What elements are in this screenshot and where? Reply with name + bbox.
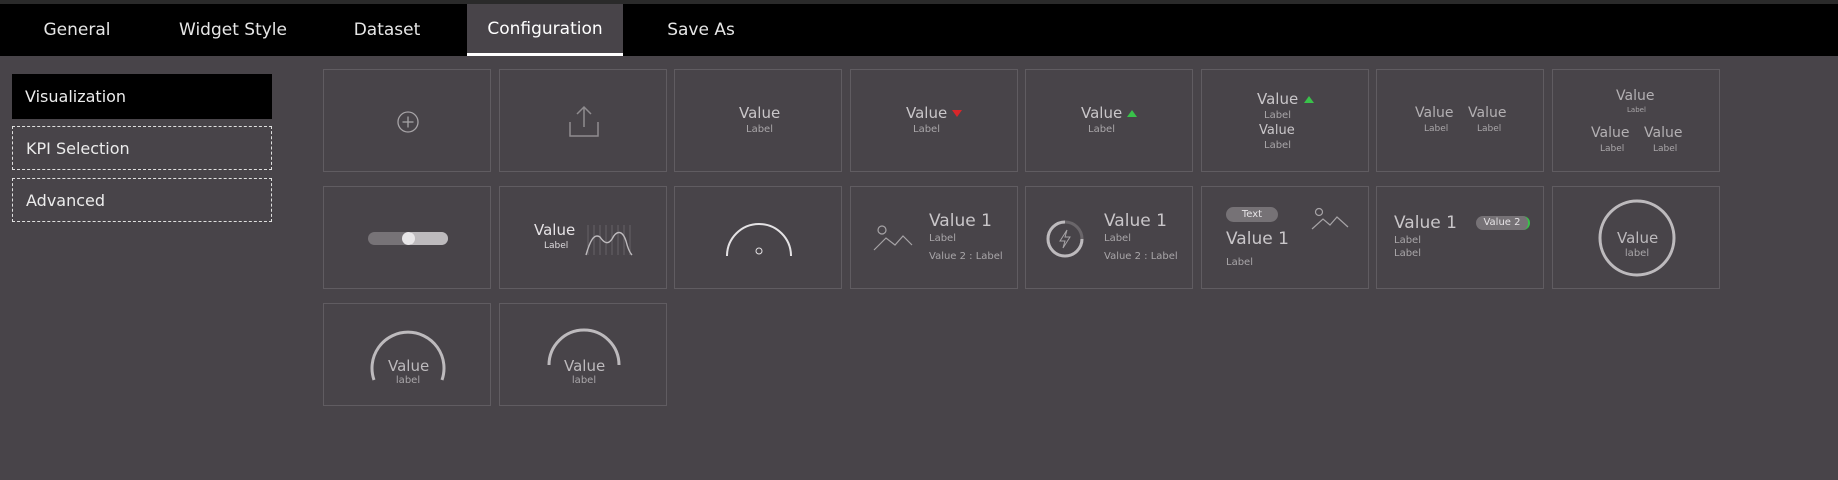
sidebar-item-kpi-selection[interactable]: KPI Selection [12,126,272,170]
widget-value-2: Value [1591,125,1630,141]
tab-widget-style[interactable]: Widget Style [170,4,296,56]
upload-icon [569,105,599,137]
widget-value-trend-up[interactable]: Value Label [1025,69,1193,172]
widget-label-1: Label [1627,106,1646,114]
widget-value-sparkline[interactable]: Value Label [499,186,667,289]
widget-toggle-bar[interactable] [323,186,491,289]
widget-value-2: Value 2 : Label [1104,251,1178,262]
widget-value-2: Value 2 : Label [929,251,1003,262]
image-icon [1311,207,1349,230]
widget-value-stack[interactable]: Value Label Value Label [1201,69,1369,172]
half-gauge-icon [726,223,792,257]
widget-label-2: Label [1264,140,1291,151]
widget-value-1: Value [1415,105,1454,121]
widget-gauge-2[interactable]: Value label [499,303,667,406]
widget-label-1: Label [1424,124,1449,134]
widget-label: Label [913,124,940,135]
widget-value: Value [388,357,430,375]
widget-value: Value 1 [1226,229,1289,249]
widget-value-trend-down[interactable]: Value Label [850,69,1018,172]
tab-configuration[interactable]: Configuration [467,4,623,56]
tab-dataset[interactable]: Dataset [340,4,434,56]
widget-value-label[interactable]: Value Label [674,69,842,172]
image-icon [873,225,913,251]
widget-label-2: Label [1477,124,1502,134]
widget-text-badge[interactable]: Text Value 1 Label [1201,186,1369,289]
top-tab-bar: General Widget Style Dataset Configurati… [0,0,1838,56]
progress-ring-icon [1046,220,1084,258]
widget-label: Label [1104,233,1131,244]
sparkline-chart-icon [585,225,633,256]
sidebar-item-visualization[interactable]: Visualization [12,74,272,119]
widget-add[interactable] [323,69,491,172]
add-circle-icon [397,111,419,133]
widget-three-values[interactable]: Value Label Value Label Value Label [1552,69,1720,172]
widget-value-3: Value [1644,125,1683,141]
trend-up-icon [1304,96,1314,103]
value-pill: Value 2 [1476,216,1530,230]
widget-label-1: Label [1394,235,1421,246]
widget-gauge-1[interactable]: Value label [323,303,491,406]
widget-value-1: Value [1257,90,1299,108]
widget-half-gauge[interactable] [674,186,842,289]
widget-value-1: Value [1616,88,1655,104]
widget-label: label [1624,248,1650,259]
widget-value: Value [906,104,948,122]
widget-pill-values[interactable]: Value 1 Label Label Value 2 [1376,186,1544,289]
widget-label-2: Label [1600,144,1625,154]
widget-label: label [571,375,597,386]
tab-general[interactable]: General [30,4,124,56]
widget-label-3: Label [1653,144,1678,154]
widget-label: Label [1226,257,1253,268]
toggle-bar-icon [368,232,448,245]
widget-value: Value [534,221,576,239]
widget-value-1: Value 1 [1394,213,1457,233]
sidebar-item-advanced[interactable]: Advanced [12,178,272,222]
widget-value: Value [739,104,781,122]
widget-two-values[interactable]: Value Label Value Label [1376,69,1544,172]
widget-label: label [395,375,421,386]
widget-circle[interactable]: Value label [1552,186,1720,289]
widget-upload[interactable] [499,69,667,172]
widget-progress-values[interactable]: Value 1 Label Value 2 : Label [1025,186,1193,289]
widget-image-values[interactable]: Value 1 Label Value 2 : Label [850,186,1018,289]
widget-label: Label [746,124,773,135]
trend-down-icon [952,110,962,117]
widget-value: Value [1081,104,1123,122]
widget-value-2: Value [1259,123,1295,138]
widget-label: Label [929,233,956,244]
widget-label: Label [544,241,569,251]
widget-value: Value [1617,229,1659,247]
widget-value: Value [564,357,606,375]
tab-save-as[interactable]: Save As [660,4,742,56]
widget-value-1: Value 1 [929,211,992,231]
widget-label-1: Label [1264,110,1291,121]
widget-label-2: Label [1394,248,1421,259]
trend-up-icon [1127,110,1137,117]
widget-value-2: Value [1468,105,1507,121]
widget-value-1: Value 1 [1104,211,1167,231]
widget-label: Label [1088,124,1115,135]
text-badge: Text [1226,207,1278,222]
